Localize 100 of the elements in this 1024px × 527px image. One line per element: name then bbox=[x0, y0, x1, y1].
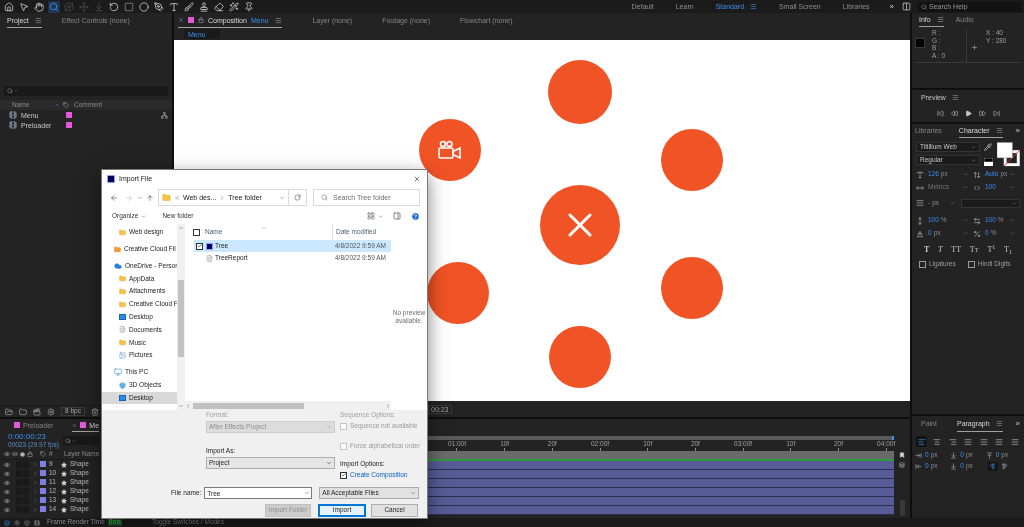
lock-icon[interactable] bbox=[198, 17, 204, 23]
text-style-button[interactable]: T$^{1}$ bbox=[987, 246, 996, 254]
menu-icon[interactable] bbox=[995, 127, 1003, 134]
stamp-icon[interactable] bbox=[198, 0, 210, 13]
caret-icon[interactable] bbox=[963, 218, 968, 223]
pilcrow-icon[interactable] bbox=[999, 462, 1010, 471]
caret-icon[interactable] bbox=[963, 231, 968, 236]
menu-icon[interactable] bbox=[936, 16, 944, 23]
ellipse-icon[interactable] bbox=[138, 0, 150, 13]
eye-icon[interactable] bbox=[4, 497, 10, 504]
refresh-button[interactable] bbox=[289, 189, 307, 206]
overflow-button[interactable]: » bbox=[1015, 416, 1020, 432]
speaker-icon[interactable] bbox=[12, 451, 18, 457]
close-icon[interactable] bbox=[413, 174, 421, 183]
text-style-button[interactable]: T$_{1}$ bbox=[1004, 246, 1012, 254]
align-right-icon[interactable] bbox=[947, 436, 958, 447]
caret-icon[interactable] bbox=[1010, 185, 1015, 190]
double-chevron-icon[interactable] bbox=[174, 194, 180, 201]
text-style-button[interactable]: T bbox=[924, 246, 930, 254]
scroll-thumb[interactable] bbox=[193, 402, 304, 409]
scroll-up-icon[interactable] bbox=[178, 225, 184, 231]
lock-icon[interactable] bbox=[27, 451, 33, 457]
trash-icon[interactable] bbox=[90, 407, 99, 416]
eyedropper-icon[interactable] bbox=[984, 143, 993, 151]
stroke-type-select[interactable] bbox=[961, 198, 1020, 208]
close-icon[interactable] bbox=[72, 422, 78, 428]
overflow-button[interactable]: » bbox=[1015, 124, 1020, 138]
network-icon[interactable] bbox=[161, 111, 168, 119]
eye-icon[interactable] bbox=[4, 470, 10, 477]
eye-icon[interactable] bbox=[4, 479, 10, 486]
caret-icon[interactable] bbox=[1010, 231, 1015, 236]
folder-icon[interactable] bbox=[19, 407, 27, 416]
film-icon[interactable] bbox=[34, 519, 40, 526]
menu-icon[interactable] bbox=[750, 3, 758, 10]
caret-icon[interactable] bbox=[304, 490, 311, 496]
wand-icon[interactable] bbox=[228, 0, 240, 13]
search-field[interactable] bbox=[62, 436, 99, 445]
bookmark-icon[interactable] bbox=[899, 452, 906, 458]
dashed-square-icon[interactable] bbox=[123, 0, 135, 13]
up-icon[interactable] bbox=[146, 193, 154, 202]
forward-icon[interactable] bbox=[125, 193, 133, 202]
dot-icon[interactable] bbox=[20, 451, 25, 457]
text-style-button[interactable]: TT bbox=[951, 246, 962, 254]
skip-back-icon[interactable] bbox=[936, 109, 944, 117]
text-tool-icon[interactable] bbox=[168, 0, 180, 13]
zoom-icon[interactable] bbox=[48, 0, 60, 13]
play-icon[interactable] bbox=[964, 109, 972, 117]
caret-icon[interactable] bbox=[963, 185, 968, 190]
pen-icon[interactable] bbox=[153, 0, 165, 13]
text-style-button[interactable]: TT bbox=[969, 246, 979, 254]
caret-icon[interactable] bbox=[963, 172, 968, 177]
fill-stroke-icon[interactable] bbox=[996, 142, 1020, 167]
scroll-right-icon[interactable] bbox=[385, 402, 391, 409]
text-style-button[interactable]: T bbox=[938, 246, 943, 254]
justify-icon[interactable] bbox=[1009, 436, 1020, 447]
pin-icon[interactable] bbox=[243, 0, 255, 13]
help-icon[interactable] bbox=[411, 211, 420, 221]
justify-icon[interactable] bbox=[993, 436, 1005, 447]
checkbox[interactable] bbox=[340, 471, 347, 479]
align-left-icon[interactable] bbox=[916, 436, 927, 447]
menu-icon[interactable] bbox=[34, 16, 42, 24]
layers-icon[interactable] bbox=[899, 462, 906, 468]
rotate-icon[interactable] bbox=[108, 0, 120, 13]
grid-icon[interactable] bbox=[367, 212, 375, 220]
checkbox[interactable] bbox=[196, 242, 203, 250]
caret-icon[interactable] bbox=[1010, 218, 1015, 223]
clapperboard-icon[interactable] bbox=[33, 407, 41, 416]
pointer-icon[interactable] bbox=[18, 0, 30, 13]
current-timecode[interactable]: 0:00:00:23 bbox=[8, 432, 59, 441]
eye-icon[interactable] bbox=[4, 461, 10, 468]
close-icon[interactable] bbox=[178, 17, 184, 23]
caret-icon[interactable] bbox=[378, 213, 383, 219]
dropdown-icon[interactable] bbox=[279, 194, 285, 201]
folder-open-icon[interactable] bbox=[5, 407, 13, 416]
scroll-down-icon[interactable] bbox=[178, 403, 184, 409]
brush-icon[interactable] bbox=[183, 0, 195, 13]
search-field[interactable] bbox=[4, 86, 168, 96]
settings-icon[interactable] bbox=[47, 407, 55, 416]
cube-icon[interactable] bbox=[24, 519, 30, 526]
panel-icon[interactable] bbox=[393, 212, 401, 220]
eraser-icon[interactable] bbox=[213, 0, 225, 13]
columns-icon[interactable] bbox=[902, 2, 911, 11]
settings-icon[interactable] bbox=[14, 519, 20, 526]
default-colors-icon[interactable] bbox=[983, 158, 993, 166]
caret-icon[interactable] bbox=[137, 194, 143, 201]
select-all-checkbox[interactable] bbox=[193, 228, 200, 236]
fast-forward-icon[interactable] bbox=[978, 109, 986, 117]
justify-icon[interactable] bbox=[962, 436, 974, 447]
eye-icon[interactable] bbox=[4, 451, 10, 457]
layers-icon[interactable] bbox=[4, 519, 10, 526]
justify-icon[interactable] bbox=[978, 436, 989, 447]
pilcrow-icon[interactable] bbox=[987, 462, 998, 471]
menu-icon[interactable] bbox=[995, 420, 1003, 427]
scroll-thumb[interactable] bbox=[178, 280, 184, 357]
menu-icon[interactable] bbox=[951, 93, 959, 101]
rewind-icon[interactable] bbox=[950, 109, 958, 117]
back-icon[interactable] bbox=[110, 193, 118, 202]
sort-icon[interactable] bbox=[54, 102, 60, 108]
eye-icon[interactable] bbox=[4, 506, 10, 513]
overflow-button[interactable]: » bbox=[889, 2, 894, 11]
